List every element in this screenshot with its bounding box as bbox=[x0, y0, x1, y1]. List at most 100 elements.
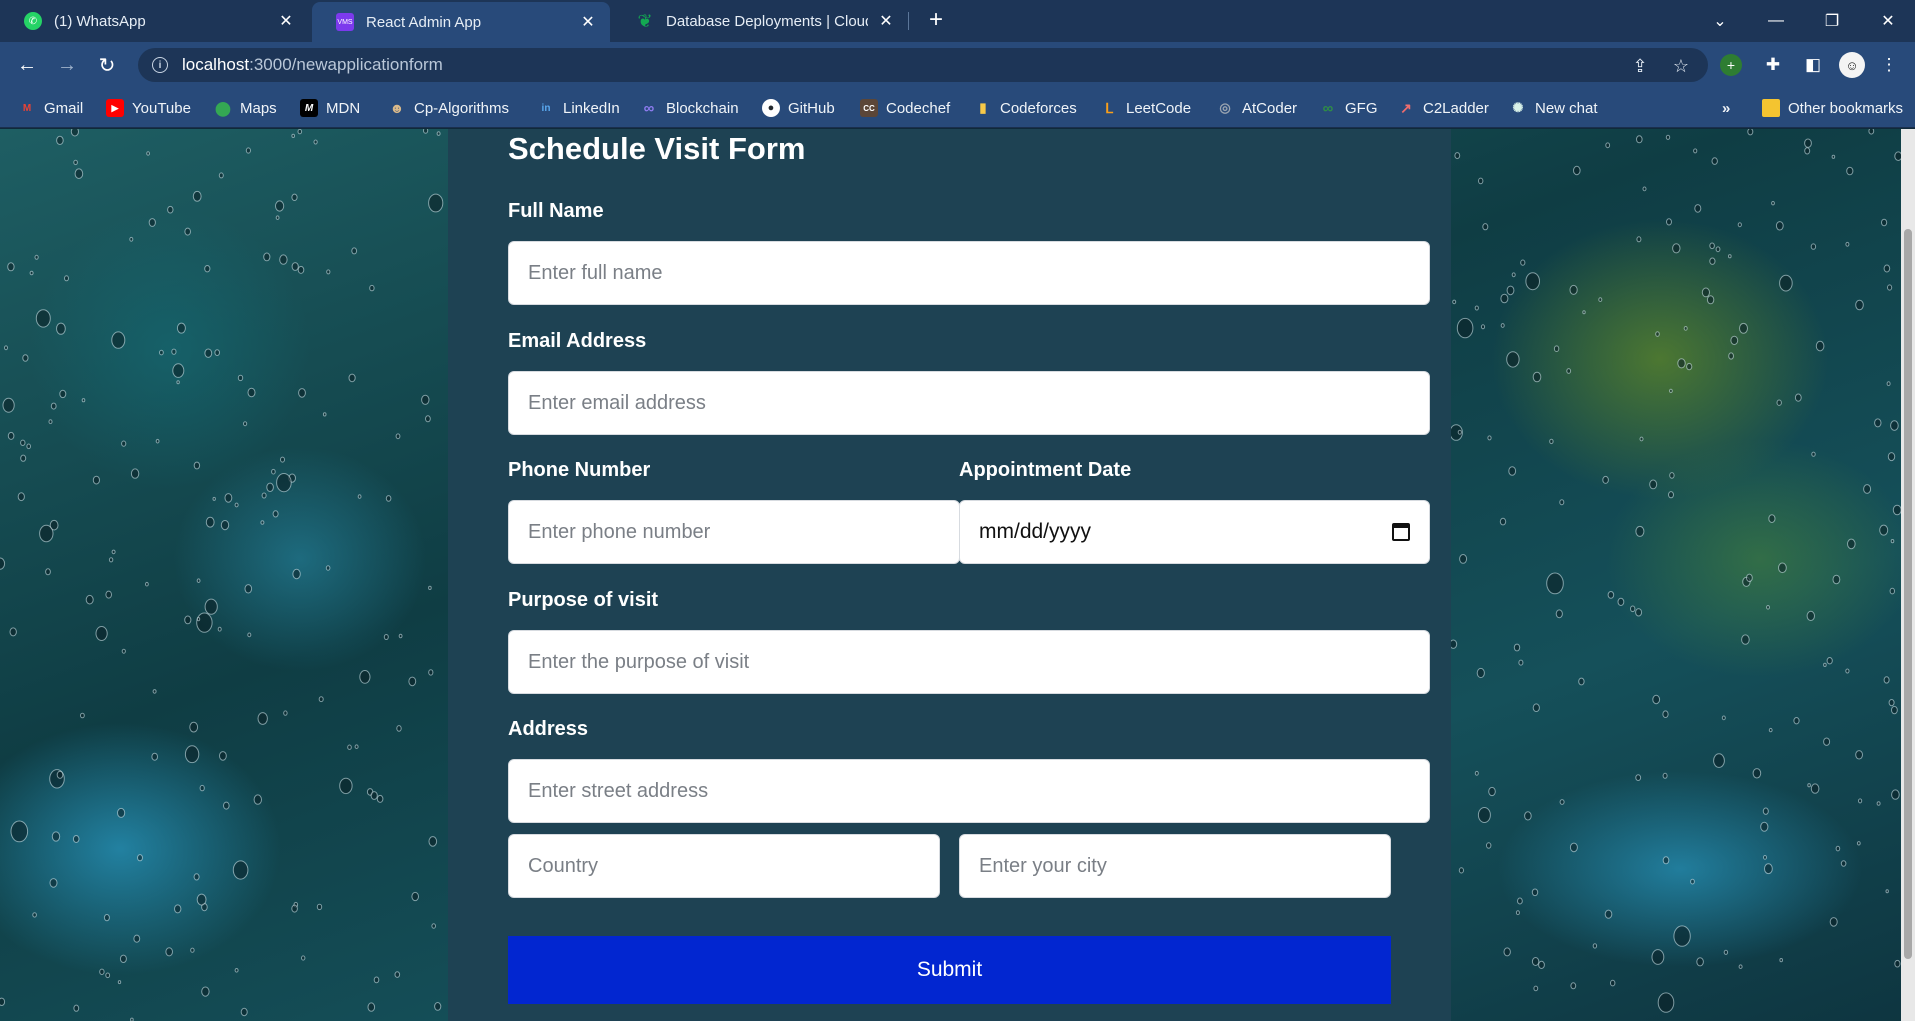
rain-drop bbox=[1845, 241, 1850, 247]
rain-drop bbox=[297, 265, 305, 274]
rain-drop bbox=[244, 584, 253, 594]
bookmark-other-bookmarks[interactable]: Other bookmarks bbox=[1762, 98, 1903, 118]
share-icon[interactable]: ⇪ bbox=[1630, 56, 1650, 76]
browser-tab-strip: ✆ (1) WhatsApp ✕ VMS React Admin App ✕ ❦… bbox=[0, 0, 1915, 42]
address-bar[interactable]: i localhost:3000/newapplicationform ⇪ ☆ bbox=[138, 48, 1708, 82]
bookmark-codechef[interactable]: CC Codechef bbox=[860, 98, 950, 118]
rain-drop bbox=[1532, 371, 1542, 383]
rain-drop bbox=[428, 585, 432, 590]
rain-drop bbox=[121, 648, 126, 654]
rain-drop bbox=[1863, 484, 1872, 494]
menu-kebab-icon[interactable]: ⋮ bbox=[1876, 52, 1902, 78]
close-icon[interactable]: ✕ bbox=[578, 12, 598, 32]
bookmarks-overflow-chevron-icon[interactable]: » bbox=[1722, 98, 1730, 118]
rain-drop bbox=[1617, 597, 1625, 606]
atcoder-icon: ◎ bbox=[1219, 100, 1231, 115]
rain-drop bbox=[1845, 668, 1850, 674]
tab-react-admin-app[interactable]: VMS React Admin App ✕ bbox=[312, 2, 610, 42]
rain-drop bbox=[1868, 129, 1875, 135]
linkedin-icon: in bbox=[541, 102, 551, 114]
rain-drop bbox=[155, 438, 160, 444]
bookmark-maps[interactable]: ⬤ Maps bbox=[214, 98, 277, 118]
full-name-input[interactable] bbox=[508, 241, 1430, 305]
tab-search-chevron-icon[interactable]: ⌄ bbox=[1692, 0, 1748, 42]
bookmark-blockchain[interactable]: ∞ Blockchain bbox=[640, 98, 739, 118]
rain-drop bbox=[1652, 694, 1661, 705]
rain-drop bbox=[1883, 676, 1890, 684]
rain-drop bbox=[240, 1007, 248, 1017]
email-address-input[interactable] bbox=[508, 371, 1430, 435]
bookmark-mdn[interactable]: M MDN bbox=[300, 98, 360, 118]
rain-drop bbox=[1668, 491, 1674, 499]
submit-button[interactable]: Submit bbox=[508, 936, 1391, 1004]
street-address-input[interactable] bbox=[508, 759, 1430, 823]
profile-avatar[interactable]: ☺ bbox=[1839, 52, 1865, 78]
rain-drop bbox=[347, 744, 352, 750]
rain-drop bbox=[17, 492, 25, 502]
rain-drop bbox=[1826, 657, 1833, 665]
bookmark-star-icon[interactable]: ☆ bbox=[1671, 56, 1691, 76]
city-input[interactable] bbox=[959, 834, 1391, 898]
rain-drop bbox=[1888, 699, 1895, 707]
scrollbar-thumb[interactable] bbox=[1904, 229, 1912, 959]
calendar-icon[interactable] bbox=[1392, 523, 1410, 541]
rain-drop bbox=[224, 493, 233, 503]
purpose-of-visit-input[interactable] bbox=[508, 630, 1430, 694]
bookmark-gfg[interactable]: ∞ GFG bbox=[1319, 98, 1378, 118]
bookmark-cp-algorithms[interactable]: ☻ Cp-Algorithms bbox=[388, 98, 509, 118]
rain-drop bbox=[133, 934, 141, 943]
rain-drop bbox=[266, 482, 274, 492]
rain-drop bbox=[204, 265, 211, 273]
bookmark-github[interactable]: ● GitHub bbox=[762, 98, 835, 118]
rain-drop bbox=[137, 854, 143, 862]
rain-drop bbox=[1823, 662, 1827, 668]
purpose-of-visit-label: Purpose of visit bbox=[508, 589, 659, 611]
rain-drop bbox=[20, 439, 26, 446]
rain-drop bbox=[81, 398, 86, 403]
extension-plus-icon[interactable]: + bbox=[1720, 54, 1742, 76]
rain-drop bbox=[7, 431, 15, 440]
tab-database-deployments[interactable]: ❦ Database Deployments | Cloud: M ✕ bbox=[612, 0, 908, 42]
new-tab-button[interactable]: + bbox=[922, 6, 950, 34]
rain-drop bbox=[85, 594, 94, 605]
page-scrollbar[interactable] bbox=[1901, 129, 1915, 1021]
rain-drop bbox=[1518, 659, 1524, 666]
bookmark-new-chat[interactable]: ✺ New chat bbox=[1509, 98, 1598, 118]
rain-drop bbox=[1456, 317, 1474, 339]
rain-drop bbox=[272, 510, 279, 518]
forward-arrow-icon[interactable]: → bbox=[52, 50, 82, 80]
close-icon[interactable]: ✕ bbox=[876, 11, 896, 31]
bookmark-c2ladder[interactable]: ↗ C2Ladder bbox=[1397, 98, 1489, 118]
window-close-button[interactable]: ✕ bbox=[1860, 0, 1915, 42]
bookmark-leetcode[interactable]: ᒪ LeetCode bbox=[1100, 98, 1191, 118]
back-arrow-icon[interactable]: ← bbox=[12, 50, 42, 80]
bookmark-gmail[interactable]: M Gmail bbox=[18, 98, 83, 118]
appointment-date-input[interactable]: mm/dd/yyyy bbox=[959, 500, 1430, 564]
rain-drop bbox=[253, 794, 262, 805]
reload-icon[interactable]: ↻ bbox=[92, 50, 122, 80]
tab-whatsapp[interactable]: ✆ (1) WhatsApp ✕ bbox=[0, 0, 308, 42]
rain-drop bbox=[1500, 293, 1509, 304]
bookmark-youtube[interactable]: ▶ YouTube bbox=[106, 98, 191, 118]
leetcode-icon: ᒪ bbox=[1105, 99, 1113, 116]
rain-drop bbox=[1459, 554, 1468, 564]
phone-number-input[interactable] bbox=[508, 500, 960, 564]
country-input[interactable] bbox=[508, 834, 940, 898]
url-text[interactable]: localhost:3000/newapplicationform bbox=[182, 55, 443, 75]
rain-drop bbox=[1846, 166, 1854, 176]
minimize-button[interactable]: — bbox=[1748, 0, 1804, 42]
restore-button[interactable]: ❐ bbox=[1804, 0, 1860, 42]
bookmark-codeforces[interactable]: ▮ Codeforces bbox=[974, 98, 1076, 118]
close-icon[interactable]: ✕ bbox=[276, 11, 296, 31]
site-info-icon[interactable]: i bbox=[152, 57, 168, 73]
bookmark-atcoder[interactable]: ◎ AtCoder bbox=[1216, 98, 1297, 118]
mongodb-leaf-icon: ❦ bbox=[637, 10, 653, 31]
bookmark-linkedin[interactable]: in LinkedIn bbox=[537, 98, 620, 118]
codechef-icon: CC bbox=[860, 99, 878, 117]
rain-drop bbox=[176, 380, 180, 385]
github-icon: ● bbox=[762, 99, 780, 117]
rain-drop bbox=[396, 725, 402, 732]
rain-drop bbox=[301, 955, 306, 961]
side-panel-icon[interactable]: ◧ bbox=[1800, 52, 1826, 78]
extensions-puzzle-icon[interactable]: ✚ bbox=[1760, 52, 1786, 78]
